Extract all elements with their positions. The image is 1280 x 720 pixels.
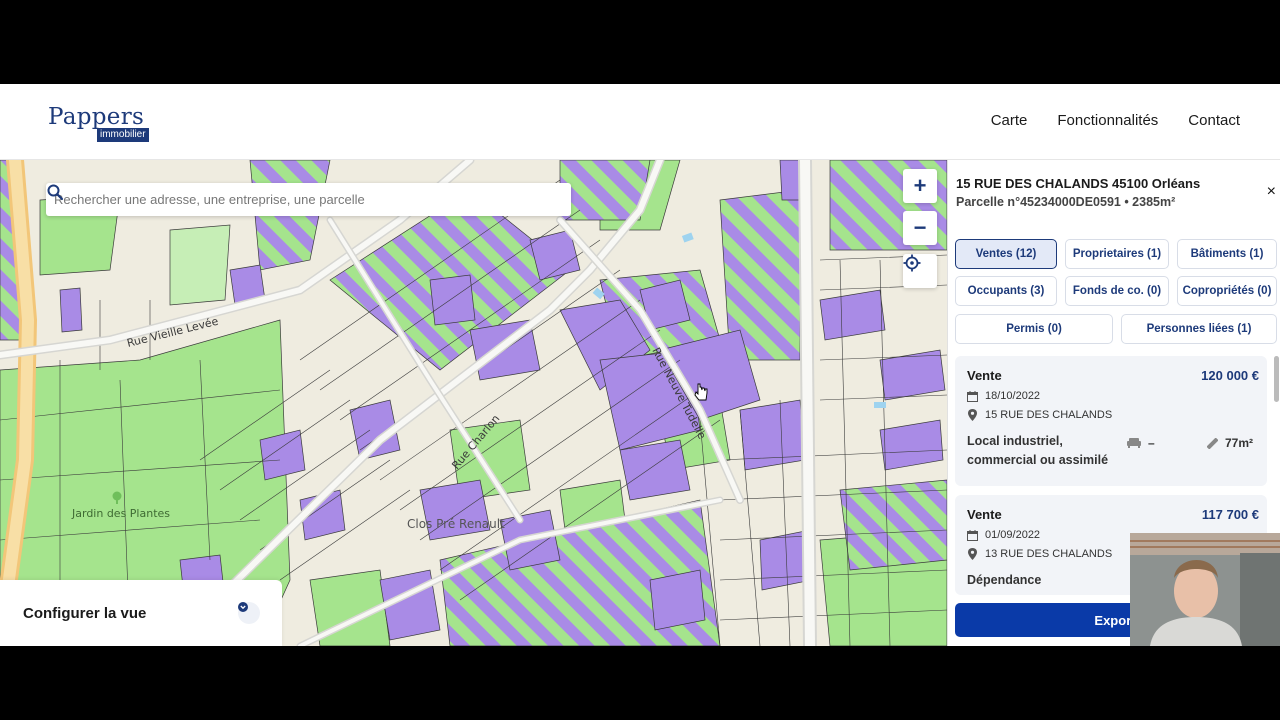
tab-proprietaires[interactable]: Proprietaires (1) [1065,239,1169,269]
calendar-icon [967,529,978,541]
sale-date-row: 01/09/2022 [967,529,1040,541]
sale-date: 18/10/2022 [985,390,1041,402]
zoom-in-button[interactable]: + [903,169,937,203]
tab-occupants[interactable]: Occupants (3) [955,276,1057,306]
nav-carte[interactable]: Carte [991,112,1028,129]
close-icon[interactable]: × [1267,183,1276,201]
sale-date: 01/09/2022 [985,529,1041,541]
sale-price: 120 000 € [1201,368,1259,383]
search-icon [47,184,64,201]
nav-contact[interactable]: Contact [1188,112,1240,129]
sale-address-row: 13 RUE DES CHALANDS [967,548,1112,560]
sale-price: 117 700 € [1201,507,1259,522]
sale-address-row: 15 RUE DES CHALANDS [967,409,1112,421]
park-label: Jardin des Plantes [71,507,170,520]
search-bar[interactable] [46,183,571,216]
map-canvas[interactable]: Rue Vieille Levée Rue Charlon Rue Neuve … [0,160,947,646]
sale-property-type: Local industriel, commercial ou assimilé [967,434,1109,467]
place-label: Clos Pré Renault [407,517,505,531]
nav-fonctionnalites[interactable]: Fonctionnalités [1057,112,1158,129]
locate-button[interactable] [903,254,937,288]
cadastral-map[interactable]: Rue Vieille Levée Rue Charlon Rue Neuve … [0,160,947,646]
parcel-address: 15 RUE DES CHALANDS 45100 Orléans [956,176,1201,191]
crosshair-icon [903,254,921,272]
logo-brand: Pappers [48,104,145,130]
webcam-overlay [1130,533,1280,646]
zoom-out-button[interactable]: − [903,211,937,245]
location-pin-icon [968,409,977,421]
sale-property-type: Dépendance [967,573,1042,587]
tab-permis[interactable]: Permis (0) [955,314,1113,344]
parcel-id: Parcelle n°45234000DE0591 • 2385m² [956,195,1176,209]
sale-card[interactable]: Vente 120 000 € 18/10/2022 15 RUE DES CH… [955,356,1267,486]
panel-scrollbar[interactable] [1274,356,1279,402]
logo[interactable]: Pappers immobilier [48,104,149,142]
tab-personnes-liees[interactable]: Personnes liées (1) [1121,314,1277,344]
sale-title: Vente [967,368,1002,383]
sofa-icon [1127,438,1141,448]
tab-ventes[interactable]: Ventes (12) [955,239,1057,269]
tab-fonds-de-commerce[interactable]: Fonds de co. (0) [1065,276,1169,306]
tab-batiments[interactable]: Bâtiments (1) [1177,239,1277,269]
sale-address: 13 RUE DES CHALANDS [985,548,1113,560]
sale-area: 77m² [1207,436,1253,450]
sale-address: 15 RUE DES CHALANDS [985,409,1113,421]
site-header: Pappers immobilier Carte Fonctionnalités… [0,84,1280,160]
ruler-icon [1207,437,1218,449]
chevron-down-icon [238,602,248,612]
logo-sub: immobilier [97,128,149,142]
presenter-video [1130,533,1280,646]
calendar-icon [967,390,978,402]
search-input[interactable] [54,192,534,207]
sale-title: Vente [967,507,1002,522]
configure-view-label: Configurer la vue [23,604,147,622]
sale-area-value: 77m² [1225,436,1254,450]
main-nav: Carte Fonctionnalités Contact [991,112,1240,129]
tab-coproprietes[interactable]: Copropriétés (0) [1177,276,1277,306]
sale-rooms: – [1127,436,1155,450]
configure-view-toggle[interactable] [238,602,260,624]
sale-rooms-value: – [1148,436,1155,450]
location-pin-icon [968,548,977,560]
video-frame: Pappers immobilier Carte Fonctionnalités… [0,0,1280,720]
app-window: Pappers immobilier Carte Fonctionnalités… [0,84,1280,646]
sale-date-row: 18/10/2022 [967,390,1040,402]
configure-view-panel[interactable]: Configurer la vue [0,580,282,646]
